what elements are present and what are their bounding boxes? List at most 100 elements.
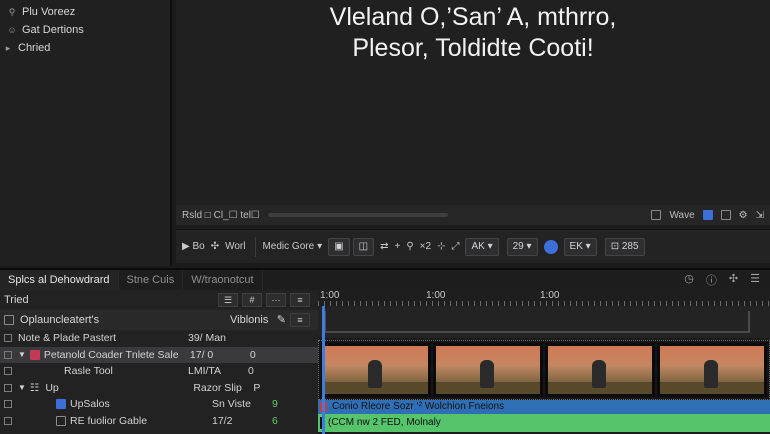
viewer-progress[interactable] <box>267 213 448 217</box>
track-info: LMI/TA <box>188 365 222 378</box>
track-value: 0 <box>249 348 256 361</box>
settings-icon[interactable]: ⚙ <box>739 210 748 221</box>
project-item-label: Chried <box>18 42 51 54</box>
playhead[interactable] <box>322 306 325 434</box>
value-29-dropdown[interactable]: 29 ▾ <box>506 237 538 256</box>
fit-icon[interactable]: ⤢ <box>451 241 459 252</box>
menu-icon[interactable]: ≡ <box>290 313 310 327</box>
track-list-title: Tried <box>4 294 29 306</box>
track-subheader-label: Oplauncleatert's <box>20 314 100 326</box>
viewer-title: Vleland O,’San’ A, mthrro, Plesor, Toldi… <box>176 2 770 64</box>
add-marker-icon[interactable]: ✣ <box>729 272 738 288</box>
project-item[interactable]: ☺ Gat Dertions <box>0 21 170 39</box>
value-29: 29 <box>512 241 524 252</box>
crop-icon[interactable]: ▣ <box>328 237 350 256</box>
track-checkbox[interactable] <box>4 383 12 392</box>
audio-clip[interactable]: (CCM nw 2 FED, Molnaly <box>318 414 770 432</box>
track-checkbox[interactable] <box>4 367 12 376</box>
range-bracket[interactable] <box>324 311 750 333</box>
trim-icon[interactable]: ◫ <box>352 237 375 256</box>
info-icon[interactable]: ⓘ <box>706 272 717 288</box>
tab-dashboard[interactable]: Splcs al Dehowdrard <box>0 270 119 290</box>
ak-label: AK <box>471 241 485 252</box>
list-view-icon[interactable]: ☰ <box>218 293 238 307</box>
track-checkbox[interactable] <box>4 400 12 409</box>
zoom-icon: ⊡ <box>610 241 620 252</box>
track-checkbox[interactable] <box>4 350 12 359</box>
track-name: RE fuolior Gable <box>70 414 148 427</box>
track-checkbox[interactable] <box>4 416 12 425</box>
timeline-ruler[interactable]: 1:00 1:00 1:00 <box>318 290 770 306</box>
track-list-header: Tried ☰ # ⋯ ≡ <box>0 290 318 310</box>
track-name: Note & Plade Pastert <box>18 332 117 345</box>
project-item[interactable]: ▸ Chried <box>0 39 170 57</box>
track-info: Sn Viste <box>212 398 251 411</box>
track-row[interactable]: ▼ ☷ Up Razor Slip P <box>0 380 318 397</box>
sequence-icon: ☷ <box>29 381 40 394</box>
track-name: UpSalos <box>70 398 110 411</box>
expand-icon[interactable]: ⇲ <box>756 210 764 221</box>
project-item-label: Gat Dertions <box>22 24 84 36</box>
video-clip[interactable] <box>657 343 767 397</box>
media-dropdown[interactable]: Medic Gore ▾ <box>262 241 322 252</box>
ek-label: EK <box>569 241 583 252</box>
add-icon[interactable]: + <box>394 241 400 252</box>
track-name: Rasle Tool <box>64 365 113 378</box>
chevron-down-icon: ▾ <box>317 241 323 252</box>
menu-icon[interactable]: ☰ <box>750 272 760 288</box>
snap-icon[interactable]: ⊹ <box>437 241 445 252</box>
clip-color-icon <box>29 349 40 360</box>
grid-view-icon[interactable]: # <box>242 293 262 307</box>
ruler-tick-label: 1:00 <box>540 290 560 301</box>
zoom-value: 285 <box>621 241 639 252</box>
audio-clip[interactable]: Conio Rleore Sozr ‘² Wolchion Fneions <box>318 400 770 414</box>
track-info: Razor Slip <box>193 381 242 394</box>
counter-value[interactable]: ×2 <box>420 241 431 252</box>
chevron-down-icon[interactable]: ▼ <box>18 350 26 359</box>
track-row[interactable]: Rasle Tool LMI/TA 0 <box>0 363 318 380</box>
file-icon <box>56 415 66 426</box>
tab-cuts[interactable]: Stne Cuis <box>119 270 184 290</box>
pin-icon: ⚲ <box>8 6 16 17</box>
word-button[interactable]: Worl <box>225 241 245 252</box>
chevron-down-icon[interactable]: ▼ <box>18 383 26 392</box>
viewer-title-line2: Plesor, Toldidte Cooti! <box>352 34 594 62</box>
menu-icon[interactable]: ≡ <box>290 293 310 307</box>
track-row[interactable]: ▼ Petanold Coader Tnlete Sale 17/ 0 0 <box>0 346 318 363</box>
clock-icon[interactable]: ◷ <box>684 272 694 288</box>
brush-icon[interactable]: ✎ <box>277 313 286 327</box>
square-icon[interactable] <box>651 210 662 220</box>
play-button[interactable]: ▶ Bo <box>182 241 205 252</box>
track-info: 39/ Man <box>188 332 226 345</box>
track-checkbox[interactable] <box>4 334 12 343</box>
audio-clip-label: Conio Rleore Sozr ‘² Wolchion Fneions <box>332 401 505 412</box>
video-track[interactable] <box>318 340 770 400</box>
ripple-icon[interactable]: ⇄ <box>380 241 388 252</box>
zoom-285-button[interactable]: ⊡ 285 <box>604 237 645 256</box>
ak-dropdown[interactable]: AK ▾ <box>465 237 499 256</box>
folder-icon: ▸ <box>5 42 11 53</box>
ruler-tick-label: 1:00 <box>320 290 340 301</box>
slip-icon[interactable]: ⚲ <box>406 241 413 252</box>
track-row[interactable]: UpSalos Sn Viste 9 <box>0 396 318 413</box>
record-toggle-icon[interactable] <box>543 239 558 254</box>
media-label: Medic Gore <box>262 241 315 252</box>
divider <box>255 236 257 257</box>
project-panel: ⚲ Plu Voreez ☺ Gat Dertions ▸ Chried <box>0 0 172 266</box>
tab-transcut[interactable]: W/traonotcut <box>183 270 263 290</box>
track-subheader: Oplauncleatert's Viblonis ✎ ≡ <box>0 310 318 330</box>
track-row[interactable]: RE fuolior Gable 17/2 6 <box>0 413 318 430</box>
video-clip[interactable] <box>321 343 431 397</box>
stop-icon[interactable] <box>720 210 731 220</box>
video-clip[interactable] <box>433 343 543 397</box>
blue-marker-icon[interactable] <box>702 210 713 220</box>
project-item[interactable]: ⚲ Plu Voreez <box>0 3 170 21</box>
video-clip[interactable] <box>545 343 655 397</box>
in-out-range[interactable] <box>318 306 770 338</box>
more-icon[interactable]: ⋯ <box>266 293 286 307</box>
move-icon[interactable]: ✣ <box>211 241 219 252</box>
track-row[interactable]: Note & Plade Pastert 39/ Man <box>0 330 318 347</box>
viewer-panel: Vleland O,’San’ A, mthrro, Plesor, Toldi… <box>176 0 770 205</box>
ek-dropdown[interactable]: EK ▾ <box>563 237 597 256</box>
timeline-tabs: Splcs al Dehowdrard Stne Cuis W/traonotc… <box>0 268 770 290</box>
